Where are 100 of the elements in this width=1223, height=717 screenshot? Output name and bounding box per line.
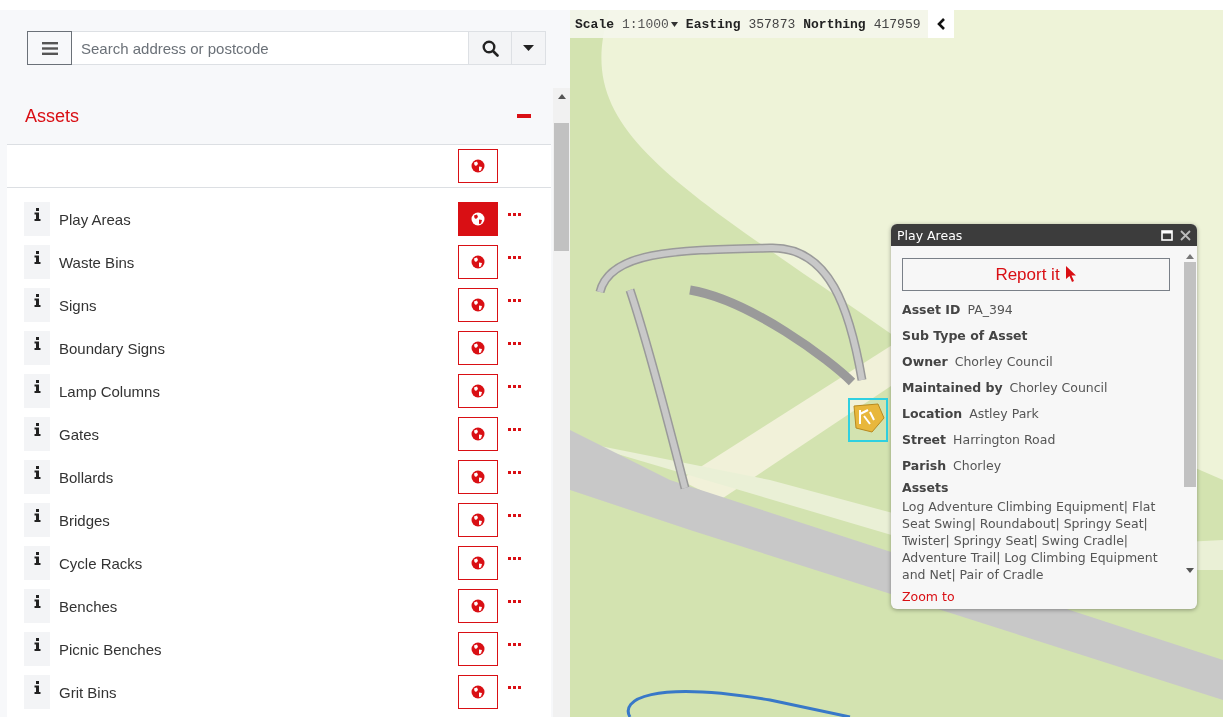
info-icon: [33, 207, 41, 221]
layer-name: Boundary Signs: [59, 339, 166, 357]
scrollbar[interactable]: [553, 88, 570, 717]
easting-value: 357873: [748, 16, 796, 32]
more-options-icon[interactable]: [508, 642, 521, 646]
globe-icon: [471, 384, 485, 398]
northing-value: 417959: [873, 16, 921, 32]
info-button[interactable]: [24, 288, 50, 322]
scroll-down-icon[interactable]: [1186, 568, 1194, 573]
info-button[interactable]: [24, 675, 50, 709]
field-value: Chorley Council: [954, 353, 1053, 369]
layer-name: Picnic Benches: [59, 640, 163, 658]
field-label: Street: [902, 431, 947, 447]
globe-icon: [471, 341, 485, 355]
layer-visibility-button[interactable]: [458, 632, 498, 666]
more-options-icon[interactable]: [508, 556, 521, 560]
layer-visibility-button[interactable]: [458, 374, 498, 408]
globe-icon: [471, 642, 485, 656]
info-button[interactable]: [24, 331, 50, 365]
search-options-button[interactable]: [512, 31, 546, 65]
caret-icon: [670, 21, 678, 27]
layer-visibility-button[interactable]: [458, 460, 498, 494]
globe-icon: [471, 255, 485, 269]
layer-name: Waste Bins: [59, 253, 136, 271]
field-value: PA_394: [967, 301, 1013, 317]
field-label: Owner: [902, 353, 948, 369]
field-label: Sub Type of Asset: [902, 327, 1028, 343]
collapse-bar-button[interactable]: [928, 10, 955, 38]
globe-icon: [471, 427, 485, 441]
info-icon: [33, 336, 41, 350]
layer-visibility-button[interactable]: [458, 546, 498, 580]
layer-visibility-button[interactable]: [458, 503, 498, 537]
field-label: Maintained by: [902, 379, 1003, 395]
layer-visibility-button[interactable]: [458, 331, 498, 365]
zoom-to-link[interactable]: Zoom to: [891, 587, 966, 609]
menu-icon: [41, 41, 58, 55]
field-label: Location: [902, 405, 963, 421]
close-icon[interactable]: [1180, 229, 1191, 241]
info-button[interactable]: [24, 417, 50, 451]
globe-icon: [471, 212, 485, 226]
maximize-icon[interactable]: [1161, 229, 1173, 241]
info-button[interactable]: [24, 632, 50, 666]
scroll-up-icon[interactable]: [1186, 254, 1194, 259]
play-area-marker-icon[interactable]: [848, 398, 888, 442]
report-it-button[interactable]: Report it: [902, 258, 1170, 291]
more-options-icon[interactable]: [508, 341, 521, 345]
info-button[interactable]: [24, 245, 50, 279]
layer-name: Bollards: [59, 468, 115, 486]
field-value: Chorley: [953, 457, 1002, 473]
info-icon: [33, 422, 41, 436]
scale-dropdown[interactable]: 1:1000: [622, 16, 678, 32]
globe-icon: [471, 159, 485, 173]
more-options-icon[interactable]: [508, 685, 521, 689]
info-button[interactable]: [24, 589, 50, 623]
search-button[interactable]: [469, 31, 512, 65]
search-field[interactable]: Search address or postcode: [72, 31, 469, 65]
info-button[interactable]: [24, 202, 50, 236]
layer-name: Cycle Racks: [59, 554, 144, 572]
layer-name: Benches: [59, 597, 119, 615]
more-options-icon[interactable]: [508, 599, 521, 603]
chevron-left-icon: [937, 18, 946, 30]
field-value: Chorley Council: [1009, 379, 1108, 395]
northing-label: Northing: [803, 16, 866, 32]
globe-icon: [471, 513, 485, 527]
layer-name: Play Areas: [59, 210, 132, 228]
toggle-all-layers-button[interactable]: [458, 149, 498, 183]
globe-icon: [471, 298, 485, 312]
info-button[interactable]: [24, 503, 50, 537]
more-options-icon[interactable]: [508, 470, 521, 474]
scrollbar-thumb[interactable]: [554, 123, 569, 251]
popup-title: Play Areas: [897, 227, 964, 243]
layer-visibility-button[interactable]: [458, 589, 498, 623]
info-button[interactable]: [24, 374, 50, 408]
layer-name: Bridges: [59, 511, 111, 529]
layer-visibility-button[interactable]: [458, 202, 498, 236]
scrollbar-thumb[interactable]: [1184, 262, 1196, 487]
info-button[interactable]: [24, 546, 50, 580]
layer-visibility-button[interactable]: [458, 288, 498, 322]
info-button[interactable]: [24, 460, 50, 494]
more-options-icon[interactable]: [508, 298, 521, 302]
field-label: Assets: [902, 480, 949, 495]
field-label: Asset ID: [902, 301, 961, 317]
layer-visibility-button[interactable]: [458, 675, 498, 709]
scale-label: Scale: [575, 16, 614, 32]
more-options-icon[interactable]: [508, 427, 521, 431]
info-icon: [33, 379, 41, 393]
more-options-icon[interactable]: [508, 212, 521, 216]
more-options-icon[interactable]: [508, 255, 521, 259]
menu-button[interactable]: [27, 31, 72, 65]
layer-visibility-button[interactable]: [458, 245, 498, 279]
layer-name: Lamp Columns: [59, 382, 161, 400]
more-options-icon[interactable]: [508, 384, 521, 388]
pointer-icon: [1065, 266, 1077, 283]
scroll-up-icon[interactable]: [557, 94, 566, 99]
field-value: Harrington Road: [953, 431, 1056, 447]
globe-icon: [471, 470, 485, 484]
layer-visibility-button[interactable]: [458, 417, 498, 451]
field-value: Astley Park: [969, 405, 1039, 421]
more-options-icon[interactable]: [508, 513, 521, 517]
info-icon: [33, 680, 41, 694]
